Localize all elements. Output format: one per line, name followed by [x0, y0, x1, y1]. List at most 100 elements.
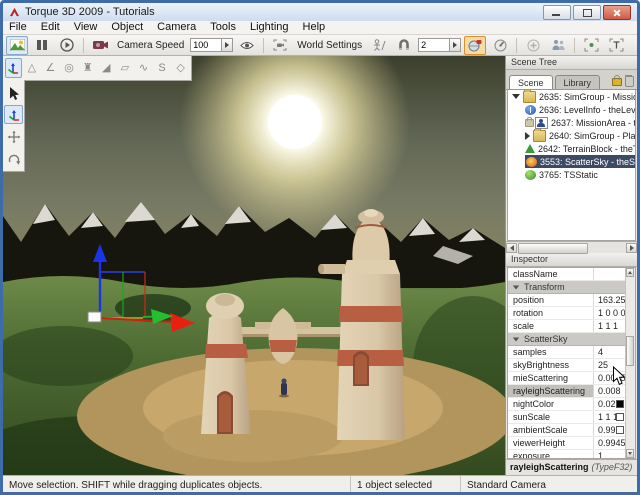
menu-tools[interactable]: Tools — [210, 21, 236, 34]
tree-item[interactable]: 2635: SimGroup - MissionGroup — [508, 90, 635, 103]
move-tool-button[interactable] — [4, 105, 23, 124]
property-row[interactable]: className — [508, 268, 626, 281]
plus-icon — [527, 39, 540, 51]
property-row[interactable]: rotation 1 0 0 0 — [508, 307, 626, 320]
minimize-button[interactable] — [543, 4, 571, 20]
property-row[interactable]: samples 4 — [508, 346, 626, 359]
menu-camera[interactable]: Camera — [157, 21, 196, 34]
locked-icon — [525, 116, 534, 127]
app-window: Torque 3D 2009 - Tutorials File Edit Vie… — [0, 0, 640, 495]
trash-icon[interactable] — [625, 75, 634, 87]
menu-help[interactable]: Help — [303, 21, 326, 34]
property-row[interactable]: sunScale 1 1 1 — [508, 411, 626, 424]
landscape-icon — [9, 39, 25, 51]
pointer-mode-button[interactable] — [489, 36, 511, 55]
maximize-button[interactable] — [573, 4, 601, 20]
camera-speed-dropdown[interactable] — [221, 38, 234, 52]
tool2-sphere-button[interactable]: ◎ — [61, 58, 78, 78]
expander-icon[interactable] — [512, 94, 520, 99]
tool2-wedge-button[interactable]: ◢ — [98, 58, 115, 78]
property-row[interactable]: position163.251 532. — [508, 294, 626, 307]
translate-tool-button[interactable] — [4, 127, 23, 146]
section-scattersky[interactable]: ScatterSky — [508, 333, 626, 346]
scroll-left-button[interactable] — [506, 242, 517, 253]
property-row[interactable]: viewerHeight0.994597 — [508, 437, 626, 450]
drop-camera-button[interactable] — [269, 36, 291, 55]
tab-scene[interactable]: Scene — [509, 75, 553, 89]
world-toggle-button[interactable] — [464, 35, 487, 55]
menu-file[interactable]: File — [9, 21, 27, 34]
property-row[interactable]: skyBrightness 25 — [508, 359, 626, 372]
boxed-text-icon — [609, 38, 624, 52]
tab-library[interactable]: Library — [554, 75, 601, 89]
menu-edit[interactable]: Edit — [41, 21, 60, 34]
property-row[interactable]: nightColor 0.023 — [508, 398, 626, 411]
scroll-up-button[interactable] — [626, 268, 634, 277]
gui-editor-button[interactable] — [31, 36, 53, 55]
property-row-selected[interactable]: rayleighScattering 0.008 — [508, 385, 626, 398]
folder-icon — [523, 90, 536, 103]
menu-object[interactable]: Object — [111, 21, 143, 34]
panels-icon — [37, 40, 47, 50]
select-tool-button[interactable] — [4, 83, 23, 102]
tool2-stamp-button[interactable]: ♜ — [79, 58, 96, 78]
object-snap-button[interactable] — [368, 36, 390, 55]
object-editor-button[interactable] — [5, 58, 22, 78]
section-transform[interactable]: Transform — [508, 281, 626, 294]
color-swatch[interactable] — [616, 426, 624, 434]
tree-horizontal-scrollbar[interactable] — [506, 241, 637, 254]
property-row[interactable]: ambientScale 0.992 — [508, 424, 626, 437]
snap-size-dropdown[interactable] — [449, 38, 462, 52]
mouse-cursor — [613, 366, 626, 385]
tool2-curve-button[interactable]: ∿ — [135, 58, 152, 78]
tool-palette — [3, 80, 25, 172]
lock-icon[interactable] — [612, 74, 622, 86]
property-row[interactable]: mieScattering 0.0045 — [508, 372, 626, 385]
visibility-button[interactable] — [236, 36, 258, 55]
tool2-diamond-button[interactable]: ◇ — [172, 58, 189, 78]
focus-selection-button[interactable] — [580, 36, 602, 55]
add-object-button[interactable] — [522, 36, 544, 55]
inspector-scrollbar[interactable] — [625, 268, 635, 458]
grid-snap-button[interactable] — [393, 36, 415, 55]
scroll-right-button[interactable] — [626, 242, 637, 253]
scrollbar-thumb[interactable] — [518, 242, 588, 254]
tool2-setsquare-button[interactable]: △ — [24, 58, 41, 78]
expander-icon[interactable] — [525, 131, 530, 140]
camera-menu-button[interactable] — [89, 36, 111, 55]
scrollbar-thumb[interactable] — [626, 336, 634, 366]
rotate-tool-button[interactable] — [4, 149, 23, 168]
window-title: Torque 3D 2009 - Tutorials — [25, 6, 155, 18]
boxed-dot-icon — [584, 38, 599, 52]
scroll-down-button[interactable] — [626, 449, 634, 458]
world-settings-label[interactable]: World Settings — [297, 40, 362, 51]
play-button[interactable] — [56, 36, 78, 55]
snap-size-input[interactable] — [418, 38, 450, 52]
world-editor-button[interactable] — [6, 35, 28, 55]
tool2-smooth-button[interactable]: S — [154, 58, 171, 78]
tree-item[interactable]: 2642: TerrainBlock - theTerrain — [508, 142, 635, 155]
viewport-3d[interactable]: △ ∠ ◎ ♜ ◢ ▱ ∿ S ◇ — [3, 56, 505, 475]
tree-item[interactable]: 2637: MissionArea - theMis — [508, 116, 635, 129]
tree-item[interactable]: 3765: TSStatic — [508, 168, 635, 181]
color-swatch[interactable] — [616, 413, 624, 421]
players-button[interactable] — [547, 36, 569, 55]
property-row[interactable]: exposure 1 — [508, 450, 626, 458]
menu-lighting[interactable]: Lighting — [250, 21, 289, 34]
folder-icon — [533, 129, 546, 142]
camera-speed-input[interactable] — [190, 38, 222, 52]
menu-view[interactable]: View — [74, 21, 98, 34]
status-camera: Standard Camera — [467, 479, 546, 491]
close-button[interactable] — [603, 4, 631, 20]
color-swatch[interactable] — [616, 400, 624, 408]
tree-item[interactable]: 2640: SimGroup - PlayerDropP — [508, 129, 635, 142]
levelinfo-icon — [525, 104, 536, 115]
scene-tree-tabs: Scene Library — [506, 70, 637, 90]
tree-item[interactable]: 2636: LevelInfo - theLevelInfo — [508, 103, 635, 116]
tool2-plane-button[interactable]: ▱ — [117, 58, 134, 78]
property-row[interactable]: scale 1 1 1 — [508, 320, 626, 333]
tool2-angle-button[interactable]: ∠ — [42, 58, 59, 78]
missionarea-icon — [535, 116, 548, 129]
tree-item-selected[interactable]: 3553: ScatterSky - theSky — [508, 155, 635, 168]
text-tool-button[interactable] — [605, 36, 627, 55]
